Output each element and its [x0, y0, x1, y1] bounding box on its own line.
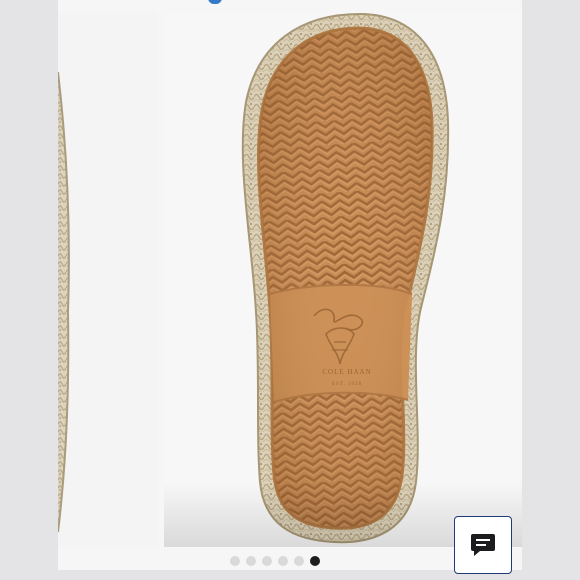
brand-imprint-text: COLE HAAN EST. 1928	[312, 368, 382, 387]
brand-name-imprint: COLE HAAN	[322, 368, 372, 376]
top-scroll-indicator	[208, 0, 222, 4]
chat-button[interactable]	[454, 516, 512, 574]
product-image-viewer: COLE HAAN EST. 1928	[0, 0, 580, 580]
espadrille-side-image	[58, 71, 70, 533]
carousel-dot-5[interactable]	[294, 556, 304, 566]
carousel-dot-4[interactable]	[278, 556, 288, 566]
chat-icon	[471, 534, 495, 556]
carousel-dot-2[interactable]	[246, 556, 256, 566]
brand-tagline-imprint: EST. 1928	[331, 382, 363, 387]
carousel-dot-1[interactable]	[230, 556, 240, 566]
carousel-pagination	[230, 556, 320, 566]
carousel-dot-3[interactable]	[262, 556, 272, 566]
shoe-sole-image	[164, 12, 522, 547]
image-carousel[interactable]: COLE HAAN EST. 1928	[58, 0, 522, 570]
carousel-dot-6-active[interactable]	[310, 556, 320, 566]
current-slide-image[interactable]: COLE HAAN EST. 1928	[164, 12, 522, 547]
previous-slide-image[interactable]	[58, 12, 158, 547]
